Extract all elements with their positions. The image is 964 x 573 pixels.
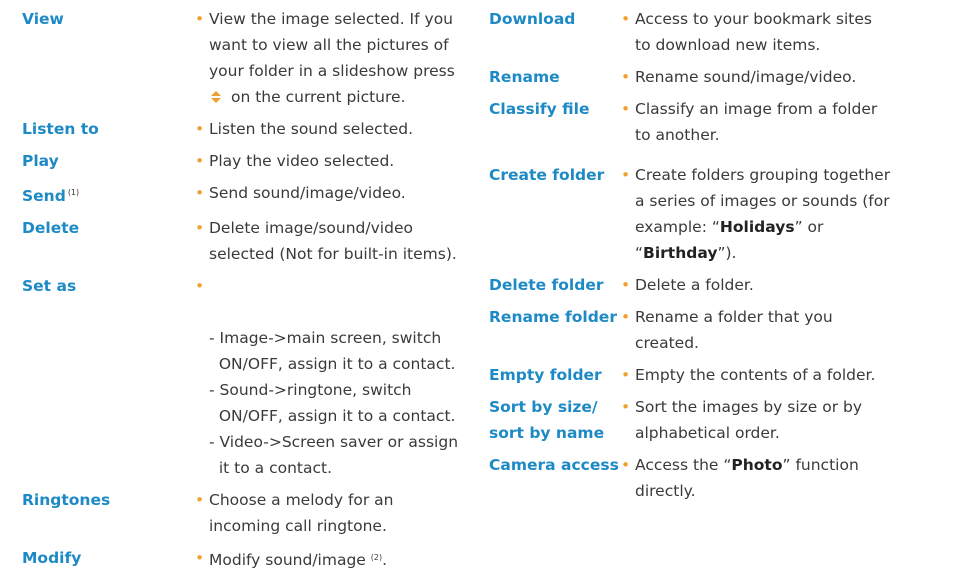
bullet: •	[621, 366, 631, 384]
bullet: •	[195, 184, 205, 202]
description: Create folders grouping together a serie…	[635, 166, 891, 262]
entry-download: Download • Access to your bookmark sites…	[489, 6, 949, 58]
entry-delete: Delete • Delete image/sound/video selecte…	[22, 215, 480, 267]
bullet: •	[621, 398, 631, 416]
entry-rename: Rename • Rename sound/image/video.	[489, 64, 949, 90]
bullet: •	[195, 152, 205, 170]
description: Access to your bookmark sites to download…	[635, 10, 872, 54]
entry-sort: Sort by size/sort by name • Sort the ima…	[489, 394, 949, 446]
description: Modify sound/image (2).	[209, 551, 388, 569]
bullet: •	[195, 219, 205, 237]
bullet: •	[621, 308, 631, 326]
description: Sort the images by size or by alphabetica…	[635, 398, 863, 442]
entry-set-as: Set as • - Image->main screen, switch ON…	[22, 273, 480, 481]
bullet: •	[195, 549, 205, 567]
entry-send: Send (1) • Send sound/image/video.	[22, 180, 480, 209]
description: Listen the sound selected.	[209, 120, 414, 138]
term-delete-folder: Delete folder	[489, 276, 604, 294]
entry-delete-folder: Delete folder • Delete a folder.	[489, 272, 949, 298]
description: Send sound/image/video.	[209, 184, 406, 202]
entry-play: Play • Play the video selected.	[22, 148, 480, 174]
term-create-folder: Create folder	[489, 166, 605, 184]
term-view: View	[22, 10, 64, 28]
entry-listen-to: Listen to • Listen the sound selected.	[22, 116, 480, 142]
left-column: View • View the image selected. If you w…	[22, 6, 480, 573]
term-set-as: Set as	[22, 277, 77, 295]
description: Rename a folder that you created.	[635, 308, 833, 352]
term-sort: Sort by size/sort by name	[489, 398, 605, 442]
term-camera-access: Camera access	[489, 456, 619, 474]
right-column: Download • Access to your bookmark sites…	[489, 6, 949, 504]
entry-view: View • View the image selected. If you w…	[22, 6, 480, 110]
entry-camera-access: Camera access • Access the “Photo” funct…	[489, 452, 949, 504]
bullet: •	[195, 10, 205, 28]
description: Access the “Photo” function directly.	[635, 456, 859, 500]
description: View the image selected. If you want to …	[209, 10, 455, 106]
description: Empty the contents of a folder.	[635, 366, 876, 384]
entry-create-folder: Create folder • Create folders grouping …	[489, 162, 949, 266]
description: Play the video selected.	[209, 152, 395, 170]
term-rename: Rename	[489, 68, 560, 86]
description: - Image->main screen, switch ON/OFF, ass…	[209, 329, 459, 477]
entry-classify-file: Classify file • Classify an image from a…	[489, 96, 949, 148]
description: Classify an image from a folder to anothe…	[635, 100, 878, 144]
term-download: Download	[489, 10, 576, 28]
entry-ringtones: Ringtones • Choose a melody for an incomi…	[22, 487, 480, 539]
navigation-key-icon	[211, 91, 221, 103]
entry-modify: Modify • Modify sound/image (2).	[22, 545, 480, 573]
footnote-marker: (1)	[67, 188, 80, 197]
term-modify: Modify	[22, 549, 82, 567]
description: Choose a melody for an incoming call ring…	[209, 491, 394, 535]
footnote-marker: (2)	[370, 553, 383, 562]
term-classify-file: Classify file	[489, 100, 590, 118]
bullet: •	[195, 491, 205, 509]
bullet: •	[621, 166, 631, 184]
term-rename-folder: Rename folder	[489, 308, 617, 326]
bullet: •	[621, 100, 631, 118]
bullet: •	[621, 68, 631, 86]
term-play: Play	[22, 152, 59, 170]
term-listen-to: Listen to	[22, 120, 99, 138]
term-ringtones: Ringtones	[22, 491, 111, 509]
bullet: •	[195, 120, 205, 138]
description: Rename sound/image/video.	[635, 68, 857, 86]
entry-rename-folder: Rename folder • Rename a folder that you…	[489, 304, 949, 356]
entry-empty-folder: Empty folder • Empty the contents of a f…	[489, 362, 949, 388]
bullet: •	[621, 276, 631, 294]
bullet: •	[621, 10, 631, 28]
term-empty-folder: Empty folder	[489, 366, 602, 384]
bullet: •	[195, 277, 205, 295]
term-delete: Delete	[22, 219, 80, 237]
description: Delete image/sound/video selected (Not fo…	[209, 219, 457, 263]
description: Delete a folder.	[635, 276, 754, 294]
term-send: Send (1)	[22, 187, 80, 205]
bullet: •	[621, 456, 631, 474]
